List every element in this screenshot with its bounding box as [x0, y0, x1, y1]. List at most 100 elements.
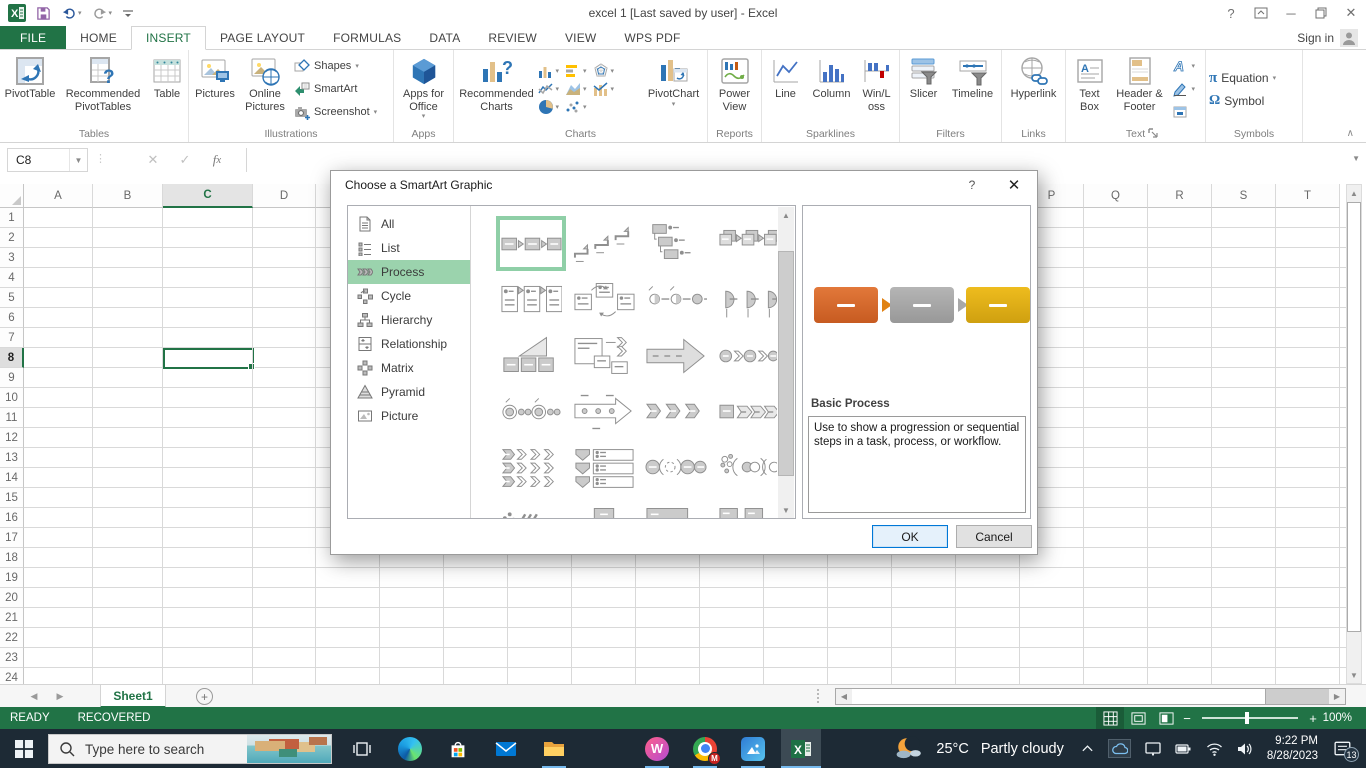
row-header[interactable]: 7 — [0, 328, 24, 348]
photos-icon[interactable] — [733, 729, 773, 768]
recommended-charts-button[interactable]: ? Recommended Charts — [456, 52, 538, 126]
column-header[interactable]: D — [253, 184, 316, 208]
gallery-scrollbar[interactable]: ▲ ▼ — [778, 207, 794, 518]
start-button[interactable] — [4, 729, 44, 768]
ribbon-display-options-button[interactable] — [1246, 0, 1276, 26]
smartart-category[interactable]: All — [348, 212, 470, 236]
smartart-gallery-item[interactable] — [569, 216, 639, 271]
smartart-gallery-item[interactable] — [569, 328, 639, 383]
ribbon-tab[interactable]: FILE — [0, 26, 67, 49]
smartart-gallery-item[interactable] — [496, 328, 566, 383]
line-chart-button[interactable]: ▾ — [537, 81, 559, 97]
smartart-gallery-item[interactable] — [714, 496, 778, 518]
enter-entry-icon[interactable]: ✓ — [172, 148, 198, 172]
ribbon-tab[interactable]: PAGE LAYOUT — [206, 26, 319, 49]
sparkline-column-button[interactable]: Column — [806, 52, 858, 126]
row-header[interactable]: 24 — [0, 668, 24, 684]
zoom-out-button[interactable]: − — [1180, 711, 1194, 726]
row-header[interactable]: 20 — [0, 588, 24, 608]
recommended-pivottables-button[interactable]: ? Recommended PivotTables — [59, 52, 147, 126]
name-box[interactable]: C8 ▼ — [7, 148, 88, 172]
ribbon-tab[interactable]: FORMULAS — [319, 26, 415, 49]
customize-qat-button[interactable] — [122, 7, 134, 19]
row-header[interactable]: 18 — [0, 548, 24, 568]
wireless-display-icon[interactable] — [1145, 741, 1161, 756]
area-chart-button[interactable]: ▾ — [565, 81, 587, 97]
sparkline-line-button[interactable]: Line — [766, 52, 806, 126]
scroll-right-icon[interactable]: ▶ — [1329, 689, 1345, 704]
tab-scroll-splitter[interactable] — [817, 689, 820, 703]
smartart-button[interactable]: SmartArt — [291, 78, 391, 101]
row-header[interactable]: 15 — [0, 488, 24, 508]
online-pictures-button[interactable]: Online Pictures — [239, 52, 291, 126]
equation-button[interactable]: π Equation ▾ — [1206, 67, 1279, 90]
horizontal-scroll-thumb[interactable] — [852, 689, 1266, 704]
column-header[interactable]: B — [93, 184, 163, 208]
smartart-gallery-item[interactable] — [641, 496, 711, 518]
smartart-gallery-item[interactable] — [496, 440, 566, 495]
name-box-dropdown-icon[interactable]: ▼ — [69, 149, 87, 171]
smartart-category[interactable]: Relationship — [348, 332, 470, 356]
smartart-gallery-item[interactable] — [714, 384, 777, 439]
vertical-scroll-thumb[interactable] — [1347, 202, 1361, 632]
row-header[interactable]: 19 — [0, 568, 24, 588]
show-hidden-icons-chevron[interactable] — [1081, 742, 1094, 755]
pie-chart-button[interactable]: ▾ — [538, 99, 559, 115]
table-button[interactable]: Table — [147, 52, 187, 126]
sheet-tab-sheet1[interactable]: Sheet1 — [100, 685, 166, 708]
sign-in[interactable]: Sign in — [1297, 26, 1358, 50]
scroll-left-icon[interactable]: ◀ — [836, 689, 852, 704]
smartart-category[interactable]: List — [348, 236, 470, 260]
volume-icon[interactable] — [1237, 741, 1254, 757]
formula-input[interactable] — [246, 148, 1340, 172]
edge-icon[interactable] — [390, 729, 430, 768]
save-button[interactable] — [36, 6, 51, 21]
smartart-gallery-item[interactable] — [496, 384, 566, 439]
smartart-gallery-item[interactable] — [714, 272, 777, 327]
object-button[interactable] — [1169, 101, 1203, 124]
column-header[interactable]: Q — [1084, 184, 1148, 208]
chrome-icon[interactable]: M — [685, 729, 725, 768]
smartart-gallery-item[interactable] — [569, 272, 639, 327]
wifi-icon[interactable] — [1206, 741, 1223, 757]
row-header[interactable]: 3 — [0, 248, 24, 268]
undo-button[interactable]: ▾ — [61, 6, 82, 20]
undo-dropdown-icon[interactable]: ▾ — [78, 10, 82, 17]
row-header[interactable]: 10 — [0, 388, 24, 408]
dialog-close-icon[interactable]: ✕ — [1001, 175, 1027, 195]
zoom-slider[interactable] — [1202, 712, 1298, 724]
status-recovered[interactable]: RECOVERED — [78, 712, 151, 724]
row-header[interactable]: 6 — [0, 308, 24, 328]
smartart-category[interactable]: Pyramid — [348, 380, 470, 404]
apps-for-office-button[interactable]: Apps for Office ▾ — [396, 52, 452, 126]
smartart-gallery-item[interactable] — [641, 384, 711, 439]
column-header[interactable]: R — [1148, 184, 1212, 208]
page-layout-view-button[interactable] — [1124, 707, 1152, 729]
formula-bar-expand-icon[interactable]: ▼ — [1352, 154, 1360, 163]
help-button[interactable]: ? — [1216, 0, 1246, 26]
smartart-gallery-item[interactable] — [714, 328, 777, 383]
power-view-button[interactable]: Power View — [710, 52, 760, 126]
gallery-scroll-down-icon[interactable]: ▼ — [778, 502, 794, 518]
smartart-category[interactable]: Hierarchy — [348, 308, 470, 332]
row-header[interactable]: 8 — [0, 348, 24, 368]
pivottable-button[interactable]: PivotTable — [1, 52, 59, 126]
smartart-gallery-item[interactable] — [569, 384, 639, 439]
zoom-in-button[interactable]: + — [1306, 711, 1320, 726]
dialog-help-icon[interactable]: ? — [959, 175, 985, 195]
smartart-category[interactable]: Cycle — [348, 284, 470, 308]
cancel-button[interactable]: Cancel — [956, 525, 1032, 548]
selected-cell-C8[interactable] — [163, 348, 255, 370]
wordart-button[interactable]: A ▾ — [1169, 55, 1203, 78]
taskbar-clock[interactable]: 9:22 PM 8/28/2023 — [1267, 734, 1318, 764]
text-box-button[interactable]: A Text Box — [1069, 52, 1111, 126]
gallery-scroll-up-icon[interactable]: ▲ — [778, 207, 794, 223]
ok-button[interactable]: OK — [872, 525, 948, 548]
row-header[interactable]: 21 — [0, 608, 24, 628]
redo-button[interactable]: ▾ — [92, 6, 112, 20]
smartart-gallery-item[interactable] — [641, 272, 711, 327]
screenshot-button[interactable]: Screenshot ▾ — [291, 101, 391, 124]
ribbon-tab[interactable]: WPS PDF — [610, 26, 694, 49]
signature-line-button[interactable]: ▾ — [1169, 78, 1203, 101]
select-all-corner[interactable] — [0, 184, 24, 208]
